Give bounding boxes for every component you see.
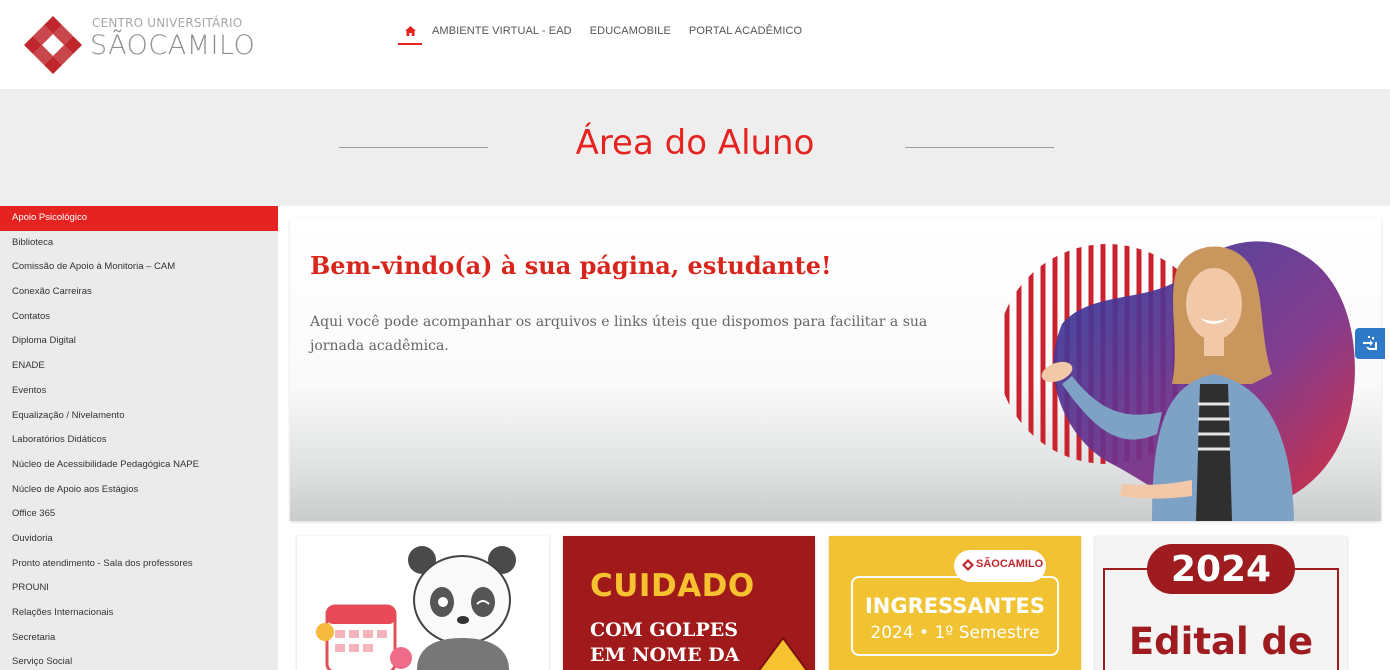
sidebar-item-pronto-atendimento[interactable]: Pronto atendimento - Sala dos professore… xyxy=(0,552,278,577)
sign-language-icon xyxy=(1363,335,1377,350)
warning-icon xyxy=(758,636,808,670)
logo-title: SÃOCAMILO xyxy=(90,30,256,61)
card2-text: COM GOLPES EM NOME DA xyxy=(590,618,739,668)
site-header: CENTRO UNIVERSITÁRIO SÃOCAMILO AMBIENTE … xyxy=(0,0,1390,89)
sidebar-item-eventos[interactable]: Eventos xyxy=(0,379,278,404)
card2-title: CUIDADO xyxy=(590,568,755,604)
sidebar-item-nape[interactable]: Núcleo de Acessibilidade Pedagógica NAPE xyxy=(0,453,278,478)
logo-cross-icon xyxy=(24,16,82,74)
card4-year: 2024 xyxy=(1170,549,1272,590)
card3-logo-text: SÃOCAMILO xyxy=(976,558,1044,570)
sidebar-item-estagios[interactable]: Núcleo de Apoio aos Estágios xyxy=(0,478,278,503)
sidebar-item-equalizacao[interactable]: Equalização / Nivelamento xyxy=(0,404,278,429)
sidebar-item-secretaria[interactable]: Secretaria xyxy=(0,626,278,651)
nav-ambiente-virtual[interactable]: AMBIENTE VIRTUAL - EAD xyxy=(432,25,572,37)
hero-text: Aqui você pode acompanhar os arquivos e … xyxy=(310,314,928,354)
sidebar-item-apoio-psicologico[interactable]: Apoio Psicológico xyxy=(0,206,278,231)
sidebar-item-ouvidoria[interactable]: Ouvidoria xyxy=(0,527,278,552)
nav-educamobile[interactable]: EDUCAMOBILE xyxy=(590,25,671,37)
sidebar-item-cam[interactable]: Comissão de Apoio à Monitoria – CAM xyxy=(0,255,278,280)
top-nav: AMBIENTE VIRTUAL - EAD EDUCAMOBILE PORTA… xyxy=(398,22,820,45)
card-calendar-panda[interactable] xyxy=(297,536,549,670)
nav-home[interactable] xyxy=(398,22,422,45)
sidebar-item-relacoes-internacionais[interactable]: Relações Internacionais xyxy=(0,601,278,626)
card4-year-badge: 2024 xyxy=(1147,544,1295,594)
welcome-hero: Bem-vindo(a) à sua página, estudante! Aq… xyxy=(290,218,1381,521)
banner-divider-right xyxy=(905,147,1054,148)
accessibility-button[interactable] xyxy=(1355,328,1385,359)
card-golpes-warning[interactable]: CUIDADO COM GOLPES EM NOME DA xyxy=(563,536,815,670)
page-title: Área do Aluno xyxy=(575,123,815,163)
sidebar-menu: Apoio Psicológico Biblioteca Comissão de… xyxy=(0,206,278,670)
sidebar-item-office-365[interactable]: Office 365 xyxy=(0,502,278,527)
page-banner: Área do Aluno xyxy=(0,89,1390,206)
sidebar-item-contatos[interactable]: Contatos xyxy=(0,305,278,330)
nav-portal-academico[interactable]: PORTAL ACADÊMICO xyxy=(689,25,802,37)
card2-text-line2: EM NOME DA xyxy=(590,644,740,666)
sidebar-item-laboratorios[interactable]: Laboratórios Didáticos xyxy=(0,428,278,453)
panda-calendar-illustration xyxy=(316,546,516,670)
card4-title: Edital de xyxy=(1128,620,1314,663)
logo-subtitle: CENTRO UNIVERSITÁRIO xyxy=(92,16,243,30)
logo-cross-icon xyxy=(962,559,974,571)
card3-subtitle: 2024 • 1º Semestre xyxy=(870,623,1040,643)
sidebar-item-servico-social[interactable]: Serviço Social xyxy=(0,650,278,670)
sidebar-item-enade[interactable]: ENADE xyxy=(0,354,278,379)
sidebar-item-conexao-carreiras[interactable]: Conexão Carreiras xyxy=(0,280,278,305)
student-illustration xyxy=(1004,241,1355,521)
card-ingressantes[interactable]: SÃOCAMILO INGRESSANTES 2024 • 1º Semestr… xyxy=(829,536,1081,670)
card3-title: INGRESSANTES xyxy=(864,594,1046,618)
hero-title: Bem-vindo(a) à sua página, estudante! xyxy=(310,251,832,280)
card3-logo: SÃOCAMILO xyxy=(954,550,1046,582)
sidebar-item-prouni[interactable]: PROUNI xyxy=(0,576,278,601)
sao-camilo-logo[interactable]: CENTRO UNIVERSITÁRIO SÃOCAMILO xyxy=(22,14,255,78)
sidebar-item-biblioteca[interactable]: Biblioteca xyxy=(0,231,278,256)
home-icon xyxy=(404,26,416,36)
card2-text-line1: COM GOLPES xyxy=(590,619,738,641)
sidebar-item-diploma-digital[interactable]: Diploma Digital xyxy=(0,329,278,354)
card-edital-2024[interactable]: 2024 Edital de xyxy=(1095,536,1347,670)
